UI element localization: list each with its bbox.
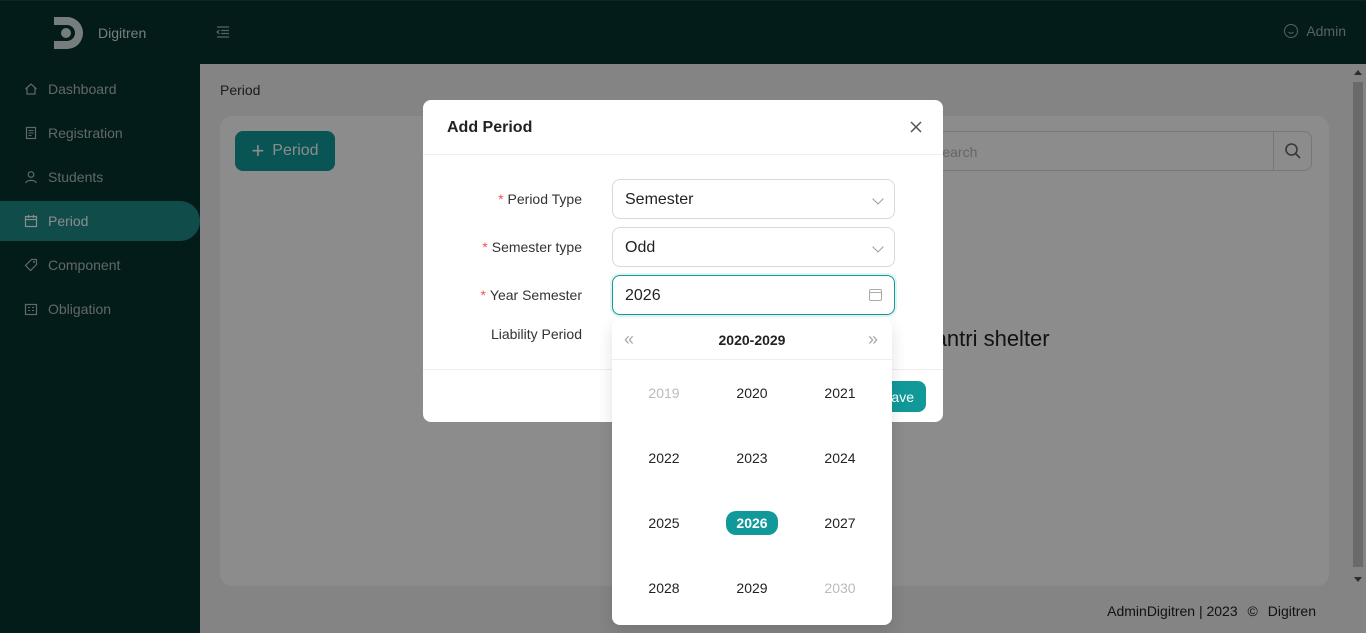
year-cell-selected[interactable]: 2026 <box>708 490 796 555</box>
year-cell[interactable]: 2023 <box>708 425 796 490</box>
year-picker-header: « 2020-2029 » <box>612 319 892 360</box>
year-picker-dropdown: « 2020-2029 » 2019 2020 2021 2022 2023 2024 20… <box>612 319 892 625</box>
decade-label[interactable]: 2020-2029 <box>612 332 892 348</box>
year-cell[interactable]: 2022 <box>620 425 708 490</box>
next-decade-icon[interactable]: » <box>868 329 878 349</box>
liability-period-label: Liability Period <box>490 326 582 342</box>
year-cell[interactable]: 2027 <box>796 490 884 555</box>
year-cell[interactable]: 2025 <box>620 490 708 555</box>
chevron-down-icon <box>872 241 884 253</box>
year-cell[interactable]: 2021 <box>796 360 884 425</box>
modal-title: Add Period <box>447 119 533 136</box>
year-grid: 2019 2020 2021 2022 2023 2024 2025 2026 2027 2028… <box>620 360 884 620</box>
year-semester-label: * Year Semester <box>480 287 582 303</box>
year-label: 2025 <box>648 514 680 531</box>
year-semester-picker-input[interactable]: 2026 <box>612 275 895 315</box>
year-label: 2022 <box>648 449 680 466</box>
year-label: 2028 <box>648 579 680 596</box>
year-cell[interactable]: 2028 <box>620 555 708 620</box>
year-cell[interactable]: 2029 <box>708 555 796 620</box>
semester-type-label: * Semester type <box>482 239 582 255</box>
year-label: 2023 <box>736 449 768 466</box>
required-mark: * <box>498 191 504 207</box>
year-cell[interactable]: 2030 <box>796 555 884 620</box>
period-type-label: * Period Type <box>498 191 582 207</box>
chevron-down-icon <box>872 193 884 205</box>
year-cell[interactable]: 2019 <box>620 360 708 425</box>
year-label: 2024 <box>824 449 856 466</box>
year-label: 2020 <box>736 384 768 401</box>
year-label: 2027 <box>824 514 856 531</box>
year-label: 2019 <box>648 384 680 401</box>
year-label: 2021 <box>824 384 856 401</box>
year-label: 2030 <box>824 579 856 596</box>
modal-divider <box>423 154 943 155</box>
year-cell[interactable]: 2024 <box>796 425 884 490</box>
calendar-icon <box>869 289 882 301</box>
year-label: 2029 <box>736 579 768 596</box>
close-icon[interactable] <box>909 120 923 134</box>
year-semester-value: 2026 <box>625 287 661 304</box>
semester-type-select[interactable]: Odd <box>612 227 895 267</box>
year-cell[interactable]: 2020 <box>708 360 796 425</box>
period-type-value: Semester <box>625 191 694 208</box>
required-mark: * <box>480 287 486 303</box>
period-type-select[interactable]: Semester <box>612 179 895 219</box>
year-label: 2026 <box>726 510 778 535</box>
semester-type-value: Odd <box>625 239 656 256</box>
required-mark: * <box>482 239 488 255</box>
